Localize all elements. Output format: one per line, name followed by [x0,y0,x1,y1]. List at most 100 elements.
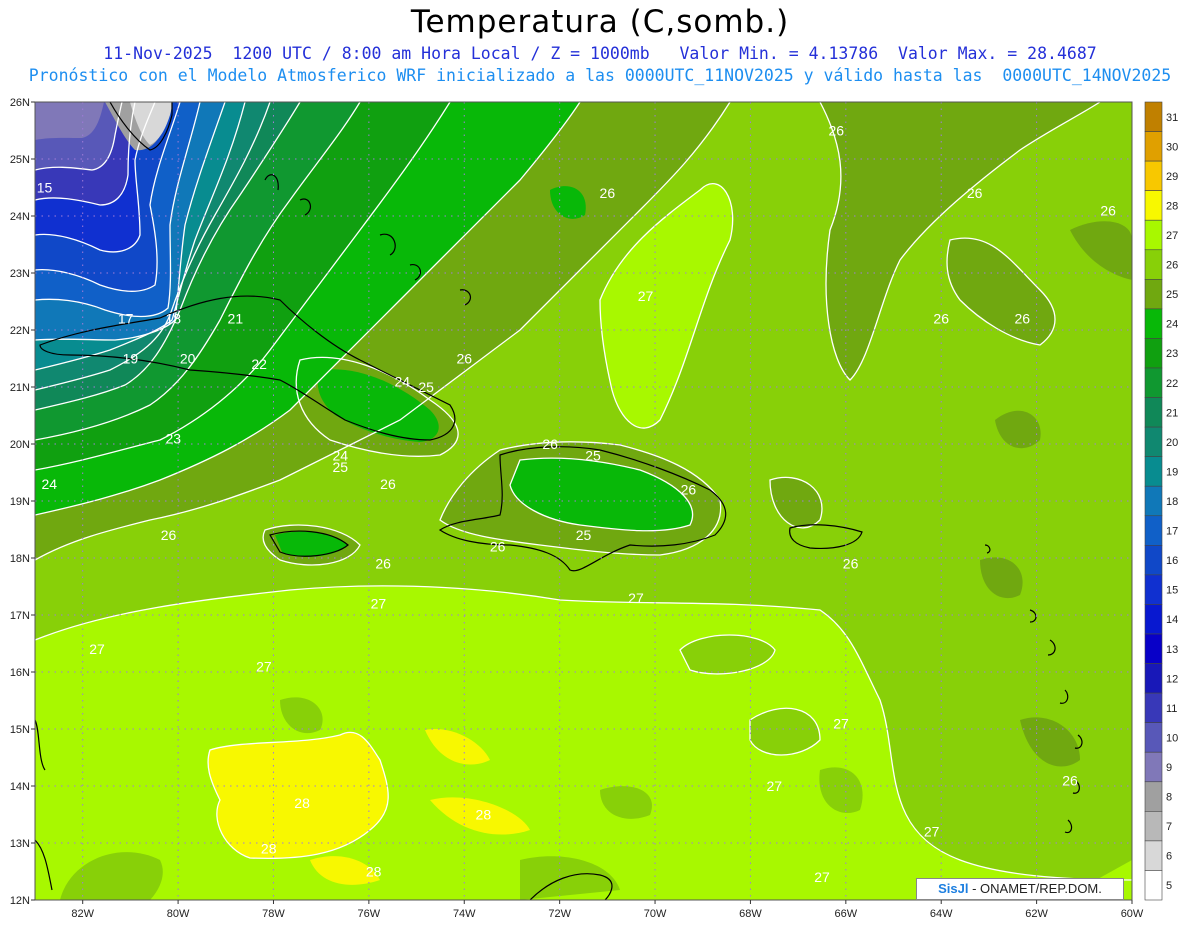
contour-label: 28 [294,795,310,811]
contour-label: 28 [261,841,277,857]
lon-tick-label: 74W [453,908,476,920]
contour-label: 26 [681,482,697,498]
contour-label: 20 [180,351,196,367]
color-bar-label: 21 [1166,407,1178,419]
contour-label: 24 [394,373,410,389]
contour-label: 25 [585,447,601,463]
color-bar-swatch [1144,249,1163,280]
lat-tick-label: 18N [10,553,30,565]
color-bar-swatch [1144,545,1163,576]
lat-tick-label: 24N [10,211,30,223]
color-bar-label: 14 [1166,614,1178,626]
temperature-map: 82W 80W 78W 76W 74W 72W 70W 68W 66W 64W 62W 60W 26N… [10,97,1178,920]
color-bar: 31 30 29 28 27 26 25 24 23 22 21 20 19 18 17 16 15 14 13 12… [1144,101,1178,901]
contour-label: 28 [476,807,492,823]
lat-tick-label: 25N [10,154,30,166]
lat-axis: 26N 25N 24N 23N 22N 21N 20N 19N 18N 17N 16N 15N 14N 1… [10,97,35,907]
color-bar-label: 31 [1166,112,1178,124]
color-bar-label: 24 [1166,319,1178,331]
color-bar-swatch [1144,722,1163,753]
temperature-field [35,102,1132,900]
lat-tick-label: 26N [10,97,30,109]
color-bar-swatch [1144,485,1163,517]
color-bar-swatch [1144,367,1163,398]
color-bar-label: 20 [1166,437,1178,449]
color-bar-swatch [1144,781,1163,812]
contour-label: 26 [456,351,472,367]
lon-tick-label: 80W [167,908,190,920]
color-bar-label: 7 [1166,821,1172,833]
color-bar-swatch [1144,692,1163,723]
color-bar-label: 30 [1166,141,1178,153]
contour-label: 25 [332,459,348,475]
contour-label: 25 [576,527,592,543]
color-bar-swatch [1144,101,1163,132]
contour-label: 27 [256,658,272,674]
contour-label: 18 [166,311,182,327]
contour-label: 26 [843,556,859,572]
contour-label: 26 [490,539,506,555]
contour-label: 25 [418,379,434,395]
credit-system: SisJl [938,881,969,896]
contour-label: 27 [638,288,654,304]
credit-box: SisJl - ONAMET/REP.DOM. [916,878,1124,900]
color-bar-label: 6 [1166,851,1172,863]
lon-tick-label: 72W [548,908,571,920]
color-bar-label: 8 [1166,792,1172,804]
lon-axis: 82W 80W 78W 76W 74W 72W 70W 68W 66W 64W 62W 60W [71,900,1144,920]
contour-label: 15 [37,180,53,196]
contour-label: 26 [967,185,983,201]
contour-label: 27 [371,596,387,612]
color-bar-swatch [1144,751,1163,783]
contour-label: 26 [600,185,616,201]
color-bar-label: 13 [1166,644,1178,656]
contour-label: 27 [833,715,849,731]
contour-label: 27 [814,869,830,885]
color-bar-label: 17 [1166,526,1178,538]
lat-tick-label: 12N [10,895,30,907]
contour-label: 17 [118,311,134,327]
color-bar-swatch [1144,160,1163,191]
contour-label: 27 [924,824,940,840]
color-bar-label: 5 [1166,880,1172,892]
lat-tick-label: 16N [10,667,30,679]
lat-tick-label: 22N [10,325,30,337]
color-bar-swatch [1144,397,1163,428]
lat-tick-label: 21N [10,382,30,394]
contour-label: 27 [89,641,105,657]
contour-label: 26 [1015,311,1031,327]
contour-label: 26 [380,476,396,492]
lon-tick-label: 64W [930,908,953,920]
color-bar-swatch [1144,338,1163,369]
color-bar-label: 26 [1166,260,1178,272]
contour-label: 26 [375,556,391,572]
contour-label: 26 [828,123,844,139]
lat-tick-label: 20N [10,439,30,451]
lon-tick-label: 60W [1121,908,1144,920]
color-bar-swatch [1144,308,1163,339]
lat-tick-label: 19N [10,496,30,508]
lon-tick-label: 68W [739,908,762,920]
color-bar-label: 29 [1166,171,1178,183]
lat-tick-label: 15N [10,724,30,736]
color-bar-label: 11 [1166,703,1177,715]
lon-tick-label: 66W [835,908,858,920]
color-bar-swatch [1144,811,1163,842]
lon-tick-label: 82W [71,908,94,920]
credit-agency: - ONAMET/REP.DOM. [972,881,1102,896]
color-bar-label: 28 [1166,200,1178,212]
contour-label: 26 [542,436,558,452]
contour-label: 24 [42,476,58,492]
color-bar-swatch [1144,426,1163,457]
color-bar-swatch [1144,870,1163,901]
lat-tick-label: 23N [10,268,30,280]
color-bar-swatch [1144,190,1163,221]
color-bar-swatch [1144,456,1163,487]
color-bar-swatch [1144,219,1163,251]
contour-label: 23 [166,430,182,446]
contour-label: 26 [933,311,949,327]
color-bar-label: 27 [1166,230,1178,242]
contour-label: 27 [766,778,782,794]
color-bar-label: 10 [1166,732,1178,744]
color-bar-swatch [1144,131,1163,162]
